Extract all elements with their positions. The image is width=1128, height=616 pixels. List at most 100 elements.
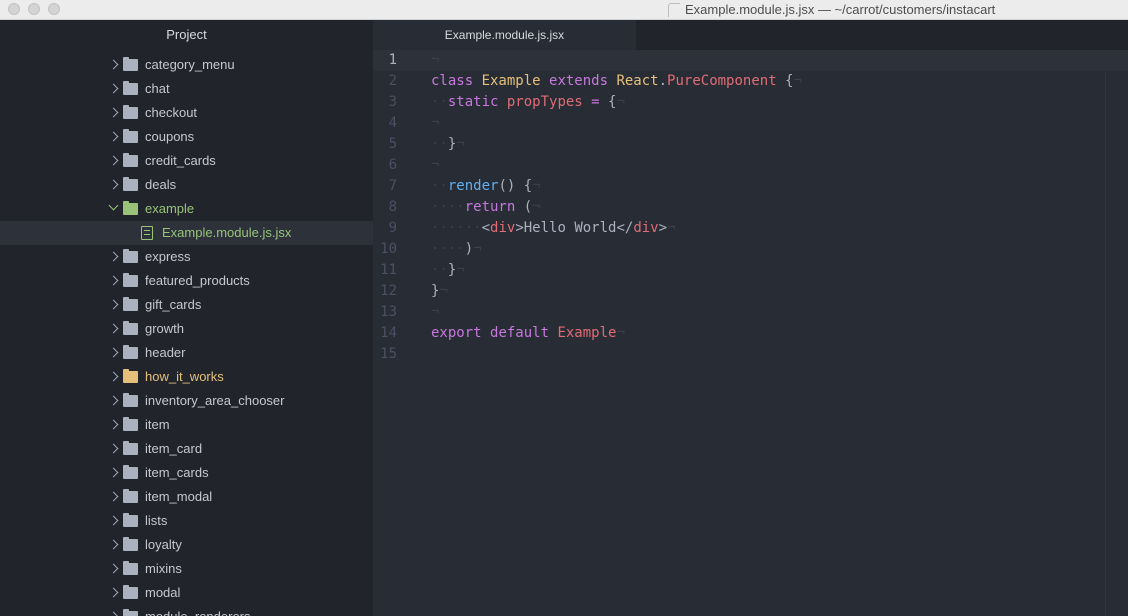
code-text: export default Example¬ <box>431 323 625 344</box>
chevron-right-icon[interactable] <box>108 251 119 262</box>
code-line[interactable]: 4 ¬ <box>373 113 1128 134</box>
code-text: ¬ <box>431 302 439 323</box>
tree-folder-chat[interactable]: chat <box>0 77 373 101</box>
code-token: export <box>431 325 491 341</box>
tree-item-label: category_menu <box>145 57 235 72</box>
chevron-right-icon[interactable] <box>108 395 119 406</box>
chevron-right-icon[interactable] <box>108 539 119 550</box>
chevron-right-icon[interactable] <box>108 83 119 94</box>
chevron-right-icon[interactable] <box>108 515 119 526</box>
close-window-button[interactable] <box>8 3 20 15</box>
tree-item-label: credit_cards <box>145 153 216 168</box>
folder-icon <box>123 81 138 95</box>
code-line[interactable]: 15 <box>373 344 1128 365</box>
chevron-right-icon[interactable] <box>108 467 119 478</box>
chevron-right-icon[interactable] <box>108 59 119 70</box>
chevron-right-icon[interactable] <box>108 299 119 310</box>
tree-file-example-module-js-jsx[interactable]: Example.module.js.jsx <box>0 221 373 245</box>
tree-folder-growth[interactable]: growth <box>0 317 373 341</box>
code-line[interactable]: 6 ¬ <box>373 155 1128 176</box>
sidebar-header: Project <box>166 27 207 42</box>
tree-item-label: how_it_works <box>145 369 224 384</box>
document-proxy-icon <box>668 3 680 17</box>
tree-folder-how-it-works[interactable]: how_it_works <box>0 365 373 389</box>
tree-folder-mixins[interactable]: mixins <box>0 557 373 581</box>
code-token: ¬ <box>439 283 448 299</box>
chevron-right-icon[interactable] <box>108 563 119 574</box>
tree-folder-inventory-area-chooser[interactable]: inventory_area_chooser <box>0 389 373 413</box>
tree-folder-featured-products[interactable]: featured_products <box>0 269 373 293</box>
tree-item-label: express <box>145 249 191 264</box>
code-line[interactable]: 8 ····return (¬ <box>373 197 1128 218</box>
code-text: ······<div>Hello World</div>¬ <box>431 218 676 239</box>
tree-folder-checkout[interactable]: checkout <box>0 101 373 125</box>
tree-item-label: modal <box>145 585 181 600</box>
tree-folder-item[interactable]: item <box>0 413 373 437</box>
chevron-right-icon[interactable] <box>108 131 119 142</box>
code-line[interactable]: 13 ¬ <box>373 302 1128 323</box>
code-line[interactable]: 9 ······<div>Hello World</div>¬ <box>373 218 1128 239</box>
chevron-right-icon[interactable] <box>108 179 119 190</box>
chevron-right-icon[interactable] <box>108 419 119 430</box>
code-line[interactable]: 5 ··}¬ <box>373 134 1128 155</box>
tree-folder-lists[interactable]: lists <box>0 509 373 533</box>
code-token: ······ <box>431 220 482 236</box>
code-text: class Example extends React.PureComponen… <box>431 71 802 92</box>
tab-bar: Example.module.js.jsx <box>373 20 1128 50</box>
chevron-right-icon[interactable] <box>108 107 119 118</box>
chevron-right-icon[interactable] <box>108 371 119 382</box>
tree-folder-example[interactable]: example <box>0 197 373 221</box>
code-line[interactable]: 12}¬ <box>373 281 1128 302</box>
code-token: ¬ <box>431 157 440 173</box>
code-text: ····)¬ <box>431 239 482 260</box>
tree-folder-gift-cards[interactable]: gift_cards <box>0 293 373 317</box>
chevron-right-icon[interactable] <box>108 275 119 286</box>
tree-folder-coupons[interactable]: coupons <box>0 125 373 149</box>
chevron-right-icon[interactable] <box>108 155 119 166</box>
tree-item-label: header <box>145 345 186 360</box>
tree-item-label: inventory_area_chooser <box>145 393 285 408</box>
tree-folder-module-renderers[interactable]: module_renderers <box>0 605 373 616</box>
code-token: ¬ <box>616 325 625 341</box>
chevron-right-icon[interactable] <box>108 587 119 598</box>
code-token: ¬ <box>667 220 676 236</box>
tree-folder-item-cards[interactable]: item_cards <box>0 461 373 485</box>
folder-icon <box>123 105 138 119</box>
code-line[interactable]: 7 ··render() {¬ <box>373 176 1128 197</box>
zoom-window-button[interactable] <box>48 3 60 15</box>
folder-icon <box>123 297 138 311</box>
chevron-down-icon[interactable] <box>108 200 119 211</box>
chevron-right-icon[interactable] <box>108 491 119 502</box>
tree-folder-modal[interactable]: modal <box>0 581 373 605</box>
chevron-right-icon[interactable] <box>108 611 119 616</box>
tree-folder-item-card[interactable]: item_card <box>0 437 373 461</box>
code-line[interactable]: 2 class Example extends React.PureCompone… <box>373 71 1128 92</box>
code-line[interactable]: 11 ··}¬ <box>373 260 1128 281</box>
code-line[interactable]: 1 ¬ <box>373 50 1128 71</box>
code-token: div <box>490 220 516 236</box>
tree-folder-category-menu[interactable]: category_menu <box>0 53 373 77</box>
folder-icon <box>123 177 138 191</box>
folder-icon <box>123 441 138 455</box>
tree-folder-credit-cards[interactable]: credit_cards <box>0 149 373 173</box>
chevron-right-icon[interactable] <box>108 443 119 454</box>
minimize-window-button[interactable] <box>28 3 40 15</box>
code-line[interactable]: 14 export default Example¬ <box>373 323 1128 344</box>
code-editor[interactable]: 1 ¬ 2 class Example extends React.PureCompo… <box>373 50 1128 616</box>
tree-item-label: growth <box>145 321 185 336</box>
tree-folder-item-modal[interactable]: item_modal <box>0 485 373 509</box>
line-number: 15 <box>380 346 397 362</box>
chevron-right-icon[interactable] <box>108 323 119 334</box>
tree-folder-deals[interactable]: deals <box>0 173 373 197</box>
tab-example-module[interactable]: Example.module.js.jsx <box>373 20 636 50</box>
code-token: ·· <box>431 178 448 194</box>
chevron-right-icon[interactable] <box>108 347 119 358</box>
code-token: render <box>447 178 499 194</box>
code-line[interactable]: 3 ··static propTypes = {¬ <box>373 92 1128 113</box>
code-line[interactable]: 10 ····)¬ <box>373 239 1128 260</box>
tree-folder-header[interactable]: header <box>0 341 373 365</box>
tree-item-label: gift_cards <box>145 297 202 312</box>
tree-folder-loyalty[interactable]: loyalty <box>0 533 373 557</box>
tree-item-label: module_renderers <box>145 605 251 616</box>
tree-folder-express[interactable]: express <box>0 245 373 269</box>
